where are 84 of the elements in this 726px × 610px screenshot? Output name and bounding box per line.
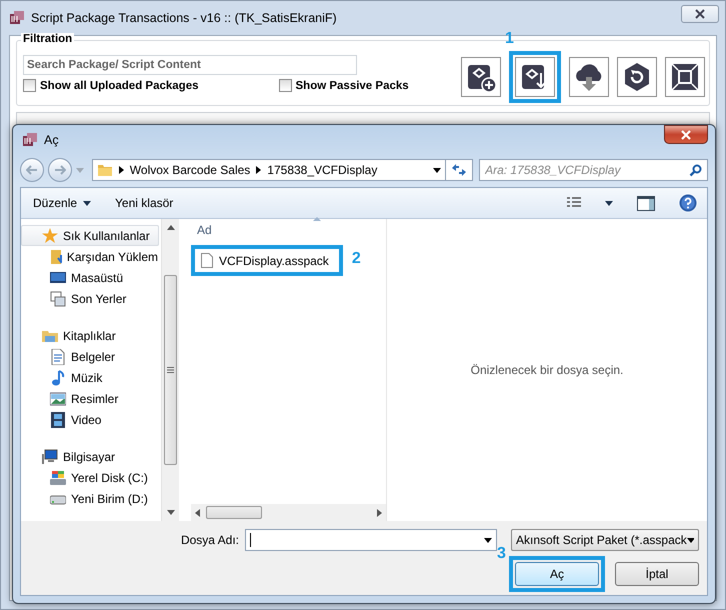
search-icon: [689, 164, 702, 177]
left-arrow-icon[interactable]: [195, 508, 200, 516]
right-arrow-icon[interactable]: [377, 508, 382, 516]
scroll-thumb[interactable]: [206, 506, 262, 519]
nav-item[interactable]: Belgeler: [21, 346, 159, 367]
breadcrumb[interactable]: 175838_VCFDisplay: [267, 163, 378, 177]
scroll-thumb[interactable]: [164, 275, 177, 465]
refresh-arrows-icon: [451, 163, 468, 177]
nav-item[interactable]: Sık Kullanılanlar: [21, 225, 159, 246]
checkbox[interactable]: Show all Uploaded Packages: [23, 79, 198, 92]
file-icon: [201, 253, 213, 268]
computer-icon: [42, 448, 58, 464]
open-button[interactable]: Aç: [515, 562, 599, 586]
chevron-icon[interactable]: [118, 166, 124, 174]
file-name-field[interactable]: [245, 529, 497, 551]
close-button[interactable]: [681, 5, 719, 23]
sort-arrow-icon: [313, 217, 321, 221]
menu-button[interactable]: Düzenle: [33, 196, 92, 210]
nav-item[interactable]: Karşıdan Yüklem: [21, 246, 159, 267]
close-icon: [680, 130, 692, 140]
help-icon[interactable]: [679, 194, 697, 212]
toolbar-button[interactable]: Yeni klasör: [115, 196, 174, 210]
caret-icon: [83, 200, 92, 206]
maximize-icon: [669, 61, 701, 93]
refresh-button[interactable]: [445, 159, 474, 181]
column-header[interactable]: Ad: [197, 223, 212, 237]
window-title: Script Package Transactions - v16 :: (TK_SatisEkraniF): [31, 11, 338, 25]
close-button[interactable]: [664, 125, 708, 144]
app-icon: [22, 132, 38, 148]
callout-number: 1: [505, 31, 514, 47]
cancel-button[interactable]: İptal: [615, 562, 699, 586]
forward-button[interactable]: [48, 158, 72, 182]
back-button[interactable]: [20, 158, 44, 182]
field-label: Dosya Adı:: [180, 533, 239, 547]
star-icon: [42, 228, 58, 244]
preview-pane-icon[interactable]: [637, 196, 655, 210]
up-arrow-icon[interactable]: [166, 225, 174, 230]
scrollbar[interactable]: [161, 219, 179, 521]
back-arrow-icon: [26, 165, 38, 175]
nav-item[interactable]: Yeni Birim (D:): [21, 488, 159, 509]
toolbar-button[interactable]: [461, 57, 501, 97]
toolbar-button[interactable]: [569, 57, 609, 97]
forward-arrow-icon: [54, 165, 66, 175]
film-icon: [50, 412, 66, 428]
toolbar-button[interactable]: [665, 57, 705, 97]
caret-icon[interactable]: [484, 538, 492, 542]
drive-icon: [50, 470, 66, 486]
document-icon: [50, 348, 66, 364]
callout-number: 2: [352, 251, 361, 267]
nav-item[interactable]: Video: [21, 409, 159, 430]
caret-icon[interactable]: [433, 168, 442, 172]
nav-item[interactable]: Müzik: [21, 367, 159, 388]
nav-item[interactable]: Bilgisayar: [21, 446, 159, 467]
dialog-title: Aç: [44, 133, 60, 147]
down-arrow-icon[interactable]: [166, 510, 174, 515]
nav-item[interactable]: Masaüstü: [21, 267, 159, 288]
app-icon: [9, 10, 25, 26]
chevron-icon[interactable]: [256, 166, 262, 174]
close-icon: [694, 9, 706, 19]
toolbar-button[interactable]: [515, 57, 555, 97]
nav-item[interactable]: Resimler: [21, 388, 159, 409]
landscape-picture-icon: [50, 390, 66, 406]
caret-icon: [605, 200, 613, 206]
file-item[interactable]: VCFDisplay.asspack: [197, 251, 337, 270]
nav-item[interactable]: Kitaplıklar: [21, 325, 159, 346]
group-title: Filtration: [21, 33, 74, 45]
toolbar-button[interactable]: [617, 57, 657, 97]
address-bar[interactable]: Wolvox Barcode Sales 175838_VCFDisplay: [92, 159, 446, 181]
windows-icon: [50, 290, 66, 306]
nav-item[interactable]: Son Yerler: [21, 288, 159, 309]
checkbox[interactable]: Show Passive Packs: [278, 79, 409, 92]
preview-hint: Önizlenecek bir dosya seçin.: [470, 363, 624, 377]
view-list-icon[interactable]: [567, 197, 581, 209]
callout-number: 3: [497, 546, 506, 562]
monitor-icon: [50, 270, 66, 286]
grip-icon: [167, 367, 174, 373]
music-note-icon: [50, 370, 66, 386]
nav-item[interactable]: Yerel Disk (C:): [21, 467, 159, 488]
scrollbar[interactable]: [191, 504, 386, 521]
caret-icon: [686, 538, 694, 542]
search-field[interactable]: Search Package/ Script Content: [23, 55, 357, 75]
breadcrumb[interactable]: Wolvox Barcode Sales: [130, 163, 250, 177]
folder-icon: [96, 163, 113, 177]
file-type-dropdown[interactable]: Akınsoft Script Paket (*.asspack: [511, 529, 699, 551]
